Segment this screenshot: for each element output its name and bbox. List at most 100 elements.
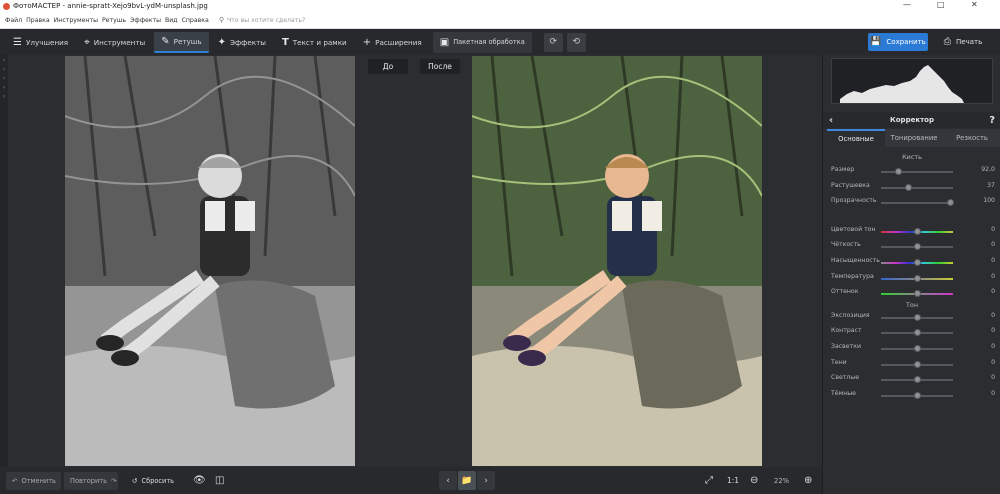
slider-knob[interactable] [914,290,921,297]
crop-icon: ⌖ [84,36,90,48]
hue-value[interactable]: 0 [975,226,995,233]
highlights-value[interactable]: 0 [975,343,995,350]
prev-image-button[interactable]: ‹ [439,471,457,490]
slider-knob[interactable] [914,275,921,282]
slider-knob[interactable] [914,392,921,399]
tab-basic[interactable]: Основные [827,129,885,147]
print-button[interactable]: ⎙ Печать [932,33,994,51]
tab-toning[interactable]: Тонирование [885,129,943,147]
whites-value[interactable]: 0 [975,374,995,381]
image-canvas[interactable]: До После [8,55,822,467]
blacks-value[interactable]: 0 [975,390,995,397]
histogram-graph [840,65,964,103]
whites-slider[interactable] [881,376,953,383]
history-back-button[interactable]: ⟳ [543,32,563,52]
menu-view[interactable]: Вид [165,17,178,24]
tab-retouch[interactable]: ✎ Ретушь [154,31,209,53]
tab-effects[interactable]: ✦ Эффекты [211,32,273,53]
chevron-right-icon: › [2,57,6,64]
history-forward-button[interactable]: ⟲ [566,32,586,52]
slider-knob[interactable] [914,361,921,368]
highlights-slider[interactable] [881,345,953,352]
temperature-value[interactable]: 0 [975,273,995,280]
tab-enhance[interactable]: ☰ Улучшения [6,32,75,53]
tint-slider[interactable] [881,290,953,297]
hue-slider[interactable] [881,228,953,235]
zoom-out-icon[interactable]: ⊖ [750,475,758,486]
slider-knob[interactable] [914,228,921,235]
search-placeholder: Что вы хотите сделать? [226,16,306,24]
tab-sharpness[interactable]: Резкость [943,129,1000,147]
fit-screen-icon[interactable]: ⤢ [705,475,713,486]
clarity-slider[interactable] [881,243,953,250]
slider-knob[interactable] [914,376,921,383]
redo-label: Повторить [70,476,107,485]
shadows-slider[interactable] [881,361,953,368]
batch-processing-button[interactable]: ▣ Пакетная обработка [432,31,532,53]
tab-text-frames[interactable]: T Текст и рамки [275,32,354,53]
exposure-slider[interactable] [881,314,953,321]
before-photo[interactable] [65,56,355,466]
minimize-icon[interactable]: — [903,0,911,9]
menu-edit[interactable]: Правка [26,17,50,24]
help-icon[interactable]: ? [989,115,995,126]
compare-view-icon[interactable]: ◫ [215,475,224,486]
contrast-value[interactable]: 0 [975,327,995,334]
chevron-right-icon: › [2,93,6,100]
contrast-slider[interactable] [881,329,953,336]
slider-knob[interactable] [914,345,921,352]
brush-feather-value[interactable]: 37 [975,182,995,189]
tab-effects-label: Эффекты [230,37,266,47]
menu-retouch[interactable]: Ретушь [102,17,126,24]
slider-knob[interactable] [914,259,921,266]
save-button[interactable]: 💾 Сохранить [868,33,928,51]
open-folder-button[interactable]: 📁 [458,471,476,490]
brush-size-value[interactable]: 92,0 [975,166,995,173]
brush-size-slider[interactable] [881,168,953,175]
app-logo-icon [3,2,10,10]
title-bar: ФотоМАСТЕР - annie-spratt-Xejo9bvL-ydM-u… [0,0,1000,12]
tint-value[interactable]: 0 [975,288,995,295]
tab-extensions[interactable]: + Расширения [356,32,429,53]
menu-effects[interactable]: Эффекты [130,17,161,24]
brush-opacity-slider[interactable] [881,199,954,206]
slider-knob[interactable] [914,329,921,336]
saturation-slider[interactable] [881,259,953,266]
before-label[interactable]: До [368,59,408,74]
brush-opacity-value[interactable]: 100 [975,197,995,204]
slider-knob[interactable] [914,243,921,250]
saturation-value[interactable]: 0 [975,257,995,264]
undo-button[interactable]: ↶ Отменить [6,471,61,490]
slider-knob[interactable] [914,314,921,321]
clarity-row: Чёткость 0 [831,241,995,251]
menu-tools[interactable]: Инструменты [54,17,98,24]
eye-icon[interactable]: 👁 [193,475,206,486]
back-arrow-icon[interactable]: ‹ [829,115,833,126]
shadows-value[interactable]: 0 [975,359,995,366]
save-label: Сохранить [886,38,926,46]
tab-tools[interactable]: ⌖ Инструменты [77,32,152,53]
maximize-icon[interactable]: □ [937,0,945,9]
menu-search[interactable]: ⚲ Что вы хотите сделать? [219,16,305,24]
zoom-1to1-button[interactable]: 1:1 [727,476,739,485]
exposure-value[interactable]: 0 [975,312,995,319]
clarity-value[interactable]: 0 [975,241,995,248]
after-photo[interactable] [472,56,762,466]
blacks-slider[interactable] [881,392,953,399]
histogram [831,58,993,104]
menu-file[interactable]: Файл [5,17,22,24]
tint-label: Оттенок [831,288,859,295]
collapsed-side-strip[interactable]: › › › › › [0,55,8,467]
temperature-slider[interactable] [881,275,953,282]
close-icon[interactable]: ✕ [971,0,978,9]
slider-knob[interactable] [947,199,954,206]
menu-help[interactable]: Справка [182,17,209,24]
redo-button[interactable]: Повторить ↷ [64,471,118,490]
after-label[interactable]: После [420,59,460,74]
brush-feather-slider[interactable] [881,184,953,191]
zoom-in-icon[interactable]: ⊕ [804,475,812,486]
slider-knob[interactable] [905,184,912,191]
next-image-button[interactable]: › [477,471,495,490]
slider-knob[interactable] [895,168,902,175]
reset-button[interactable]: ↺ Сбросить [126,472,180,490]
